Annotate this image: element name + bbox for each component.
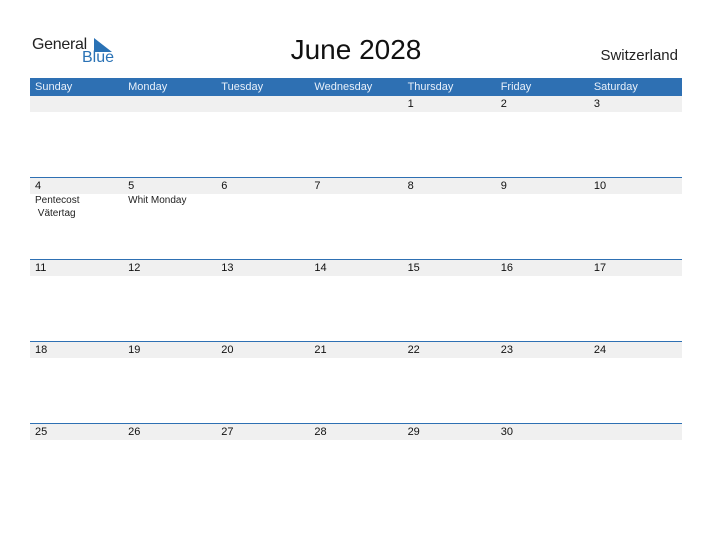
day-number: 20 [221,344,234,356]
weekday-thursday: Thursday [407,81,454,93]
holiday-label: Vätertag [35,208,76,219]
weekday-friday: Friday [500,81,532,93]
day-number: 23 [500,344,513,356]
day-number: 26 [128,426,141,438]
day-number: 4 [35,180,42,192]
day-number: 17 [593,262,607,274]
day-number: 1 [407,98,414,110]
day-number [216,96,309,112]
day-number: 7 [314,180,321,192]
day-number [589,424,682,440]
weeks-container: 1 2 3 4 5 6 7 8 9 10 Pentecost Vätertag Whit Monday… [30,96,682,505]
day-number: 12 [128,262,141,274]
weekday-header: Sunday Monday Tuesday Wednesday Thursday… [30,78,682,96]
day-number: 11 [35,262,47,274]
week-row: 11 12 13 14 15 16 17 [30,259,682,341]
day-number: 10 [593,180,607,192]
day-events [589,194,682,220]
day-number: 30 [500,426,513,438]
day-number: 27 [221,426,234,438]
date-strip: 25 26 27 28 29 30 [30,424,682,440]
day-events [309,194,402,220]
day-number: 24 [593,344,607,356]
day-events [403,194,496,220]
day-number: 14 [314,262,327,274]
day-number: 5 [128,180,135,192]
day-number [309,96,402,112]
day-events: Pentecost Vätertag [30,194,123,220]
holiday-label: Whit Monday [128,195,187,206]
day-events [496,194,589,220]
calendar-grid: Sunday Monday Tuesday Wednesday Thursday… [30,78,682,505]
day-number: 25 [35,426,48,438]
date-strip: 4 5 6 7 8 9 10 [30,178,682,194]
country-label: Switzerland [600,47,678,64]
weekday-tuesday: Tuesday [221,81,264,93]
day-events [216,194,309,220]
weekday-sunday: Sunday [35,81,73,93]
day-number: 8 [407,180,414,192]
weekday-monday: Monday [128,81,168,93]
day-number: 9 [500,180,507,192]
day-number: 28 [314,426,327,438]
week-row: 18 19 20 21 22 23 24 [30,341,682,423]
date-strip: 1 2 3 [30,96,682,112]
day-number: 19 [128,344,141,356]
week-row: 1 2 3 [30,96,682,177]
weekday-wednesday: Wednesday [314,81,373,93]
day-number: 21 [314,344,327,356]
date-strip: 11 12 13 14 15 16 17 [30,260,682,276]
week-row: 25 26 27 28 29 30 [30,423,682,505]
day-number: 6 [221,180,228,192]
day-number: 15 [407,262,420,274]
day-number: 13 [221,262,234,274]
day-number [123,96,216,112]
day-events: Whit Monday [123,194,216,220]
day-number: 22 [407,344,420,356]
weekday-saturday: Saturday [593,81,638,93]
day-number: 18 [35,344,48,356]
day-number: 29 [407,426,420,438]
events-row: Pentecost Vätertag Whit Monday [30,194,682,220]
holiday-label: Pentecost [35,195,80,206]
week-row: 4 5 6 7 8 9 10 Pentecost Vätertag Whit Monday [30,177,682,259]
day-number: 16 [500,262,513,274]
day-number: 2 [500,98,507,110]
date-strip: 18 19 20 21 22 23 24 [30,342,682,358]
day-number: 3 [593,98,600,110]
day-number [30,96,123,112]
